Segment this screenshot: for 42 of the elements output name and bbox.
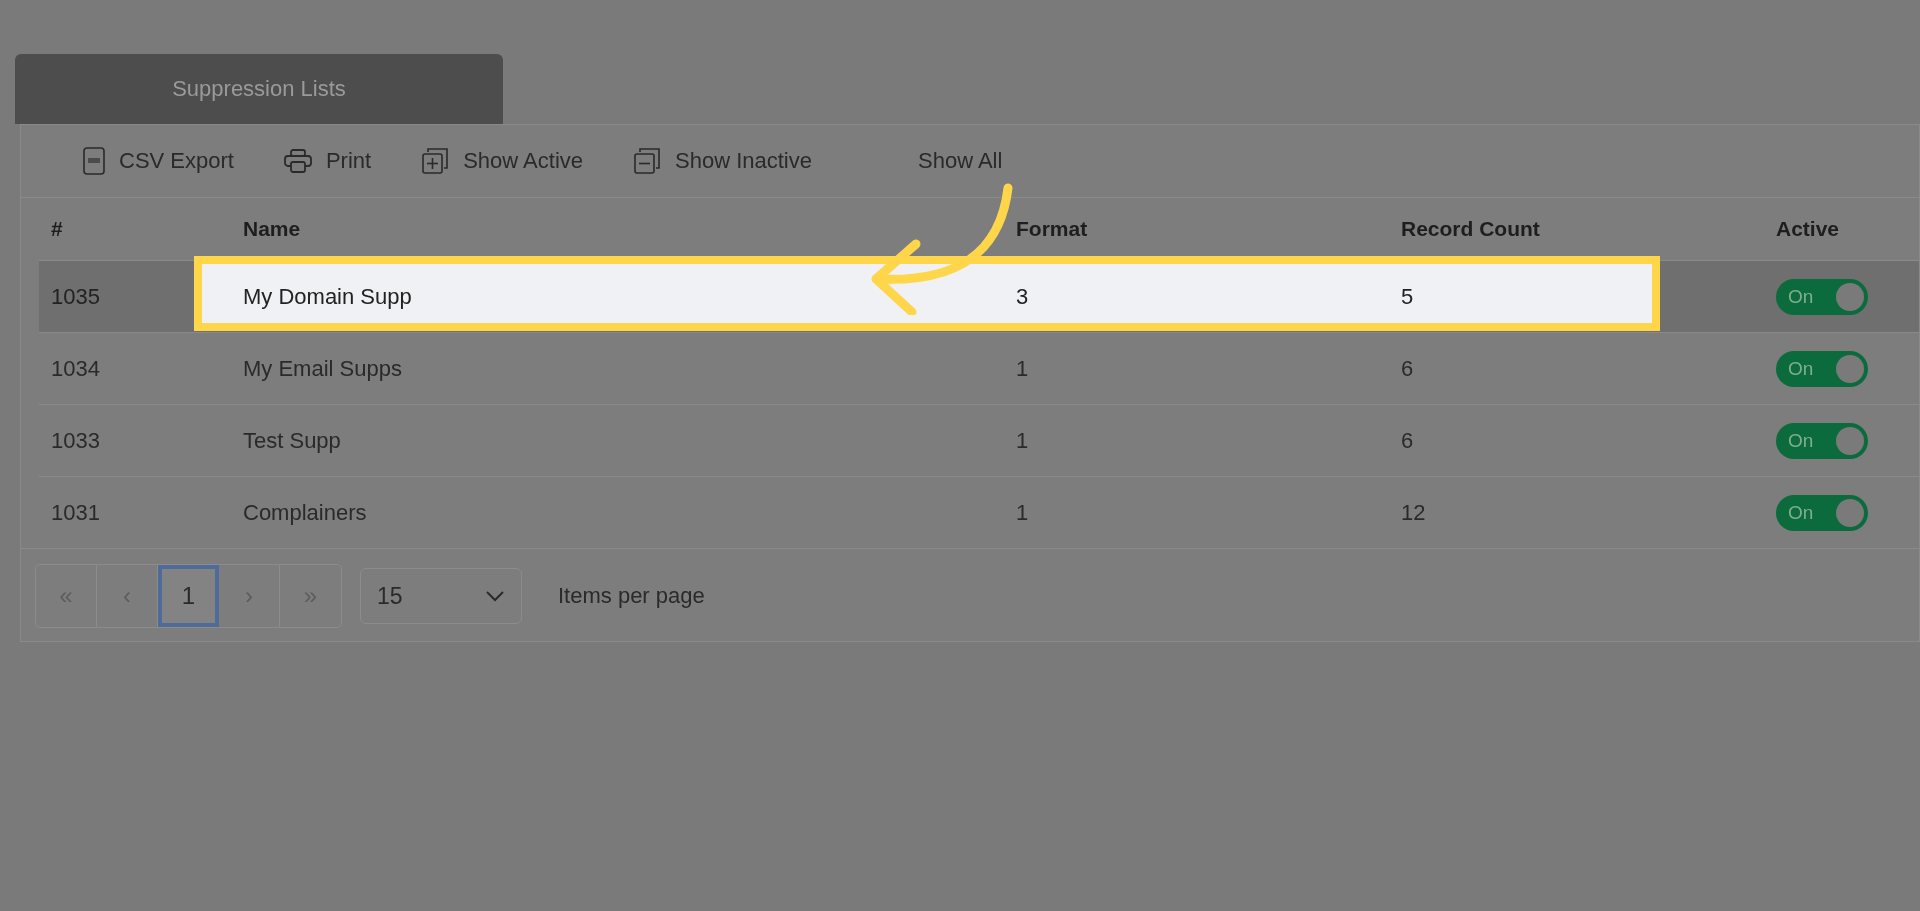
items-per-page-label: Items per page — [558, 583, 705, 609]
minus-square-icon — [633, 147, 662, 175]
column-header: Active — [1776, 217, 1840, 241]
toolbar-button[interactable]: CSV Export — [83, 143, 244, 179]
toolbar-button[interactable]: Show Inactive — [633, 143, 822, 179]
table-cell-text: 12 — [1400, 499, 1426, 526]
toolbar-button[interactable]: Print — [283, 144, 382, 178]
toggle-switch[interactable]: On — [1776, 350, 1868, 387]
printer-icon — [283, 149, 312, 173]
table-cell-text: 6 — [1400, 427, 1414, 454]
csv-file-icon — [83, 147, 105, 175]
column-header: Format — [1015, 217, 1088, 241]
table-cell-text: 3 — [1015, 283, 1029, 310]
table-cell-text: 1 — [1015, 499, 1029, 526]
table-cell-text: My Email Supps — [242, 355, 402, 382]
plus-square-icon — [421, 147, 450, 175]
table-cell-text: 6 — [1400, 355, 1414, 382]
table-cell-text: Test Supp — [242, 427, 341, 454]
table-cell-text: 1035 — [50, 283, 100, 310]
toolbar-button[interactable]: Show All — [918, 144, 1013, 178]
toggle-switch[interactable]: On — [1776, 278, 1868, 315]
table-cell-text: 1033 — [50, 427, 100, 454]
column-header: # — [50, 217, 63, 241]
table-cell-text: 1 — [1015, 355, 1029, 382]
toggle-switch[interactable]: On — [1776, 494, 1868, 531]
table-row[interactable]: 1034 My Email Supps 1 6 On — [39, 332, 1919, 404]
toolbar-button[interactable]: Show Active — [421, 143, 594, 179]
table-cell-text: 1034 — [50, 355, 100, 382]
page-button[interactable]: 1 — [158, 565, 219, 627]
table-cell-text: 1 — [1015, 427, 1029, 454]
chevron-down-icon — [485, 590, 505, 602]
table-cell-text: Complainers — [242, 499, 367, 526]
page-size-dropdown[interactable]: 15 — [360, 568, 522, 624]
column-header: Name — [242, 217, 301, 241]
tab[interactable]: Suppression Lists — [15, 54, 503, 124]
table-row[interactable]: 1031 Complainers 1 12 On — [39, 476, 1919, 548]
table-cell-text: 1031 — [50, 499, 100, 526]
table-cell-text: 5 — [1400, 283, 1414, 310]
table-row[interactable]: 1033 Test Supp 1 6 On — [39, 404, 1919, 476]
column-header: Record Count — [1400, 217, 1540, 241]
toggle-switch[interactable]: On — [1776, 422, 1868, 459]
table-cell-text: My Domain Supp — [242, 283, 412, 310]
